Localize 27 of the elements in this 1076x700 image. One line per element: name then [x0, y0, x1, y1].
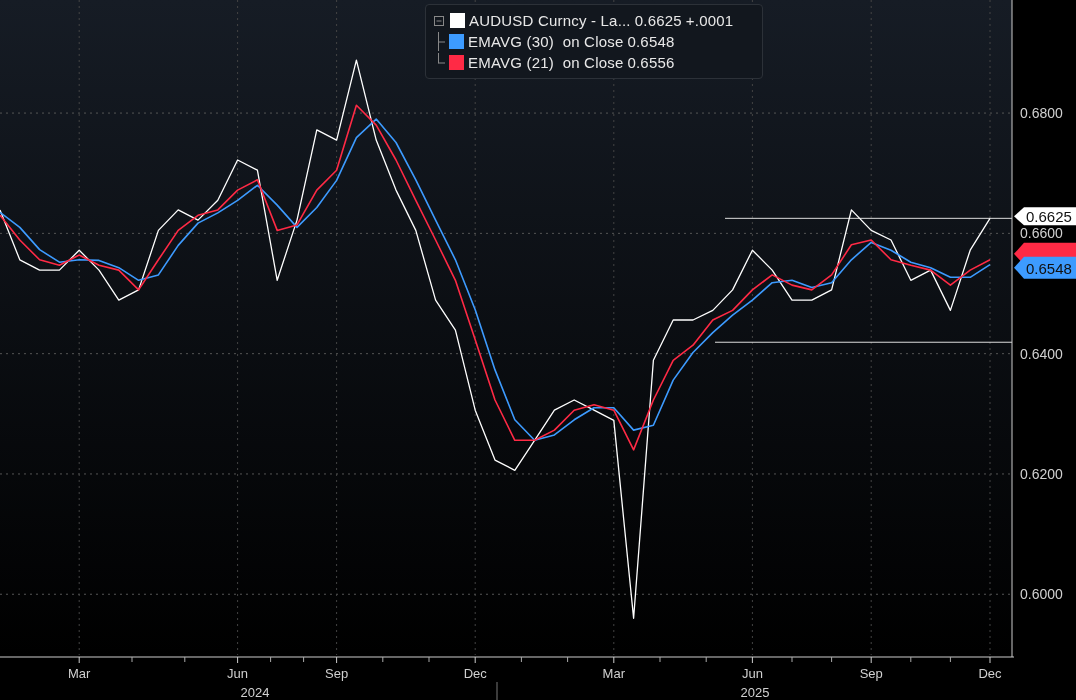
axis-label: 0.6000 — [1020, 586, 1063, 603]
axis-label: Sep — [859, 666, 883, 681]
axis-label: Sep — [325, 666, 349, 681]
tree-connector-icon — [438, 32, 445, 51]
series-name: EMAVG (21) on Close — [468, 54, 624, 71]
year-label: 2025 — [740, 685, 770, 700]
price-tag: 0.6625 — [1014, 207, 1076, 226]
series-value: 0.6556 — [627, 54, 675, 71]
axis-label: Mar — [68, 666, 91, 681]
series-change: +.0001 — [685, 12, 734, 29]
axis-label: 0.6200 — [1020, 465, 1063, 482]
axis-label: 0.6600 — [1020, 225, 1063, 242]
price-tag: 0.6548 — [1014, 256, 1076, 279]
series-value: 0.6625 — [634, 12, 682, 29]
series-name: EMAVG (30) on Close — [468, 33, 624, 50]
axis-label: Jun — [741, 666, 763, 681]
collapse-icon[interactable] — [434, 15, 444, 26]
axis-label: Mar — [602, 666, 625, 681]
year-label: 2024 — [240, 685, 270, 700]
axis-label: Jun — [227, 666, 249, 681]
series-value: 0.6548 — [627, 33, 675, 50]
axis-label: Dec — [978, 666, 1002, 681]
axis-label: Dec — [463, 666, 487, 681]
axis-label: 0.6800 — [1020, 105, 1063, 122]
series-name: AUDUSD Curncy - La... — [469, 12, 631, 29]
axis-label: 0.6400 — [1020, 345, 1063, 362]
tree-connector-icon — [438, 53, 445, 64]
